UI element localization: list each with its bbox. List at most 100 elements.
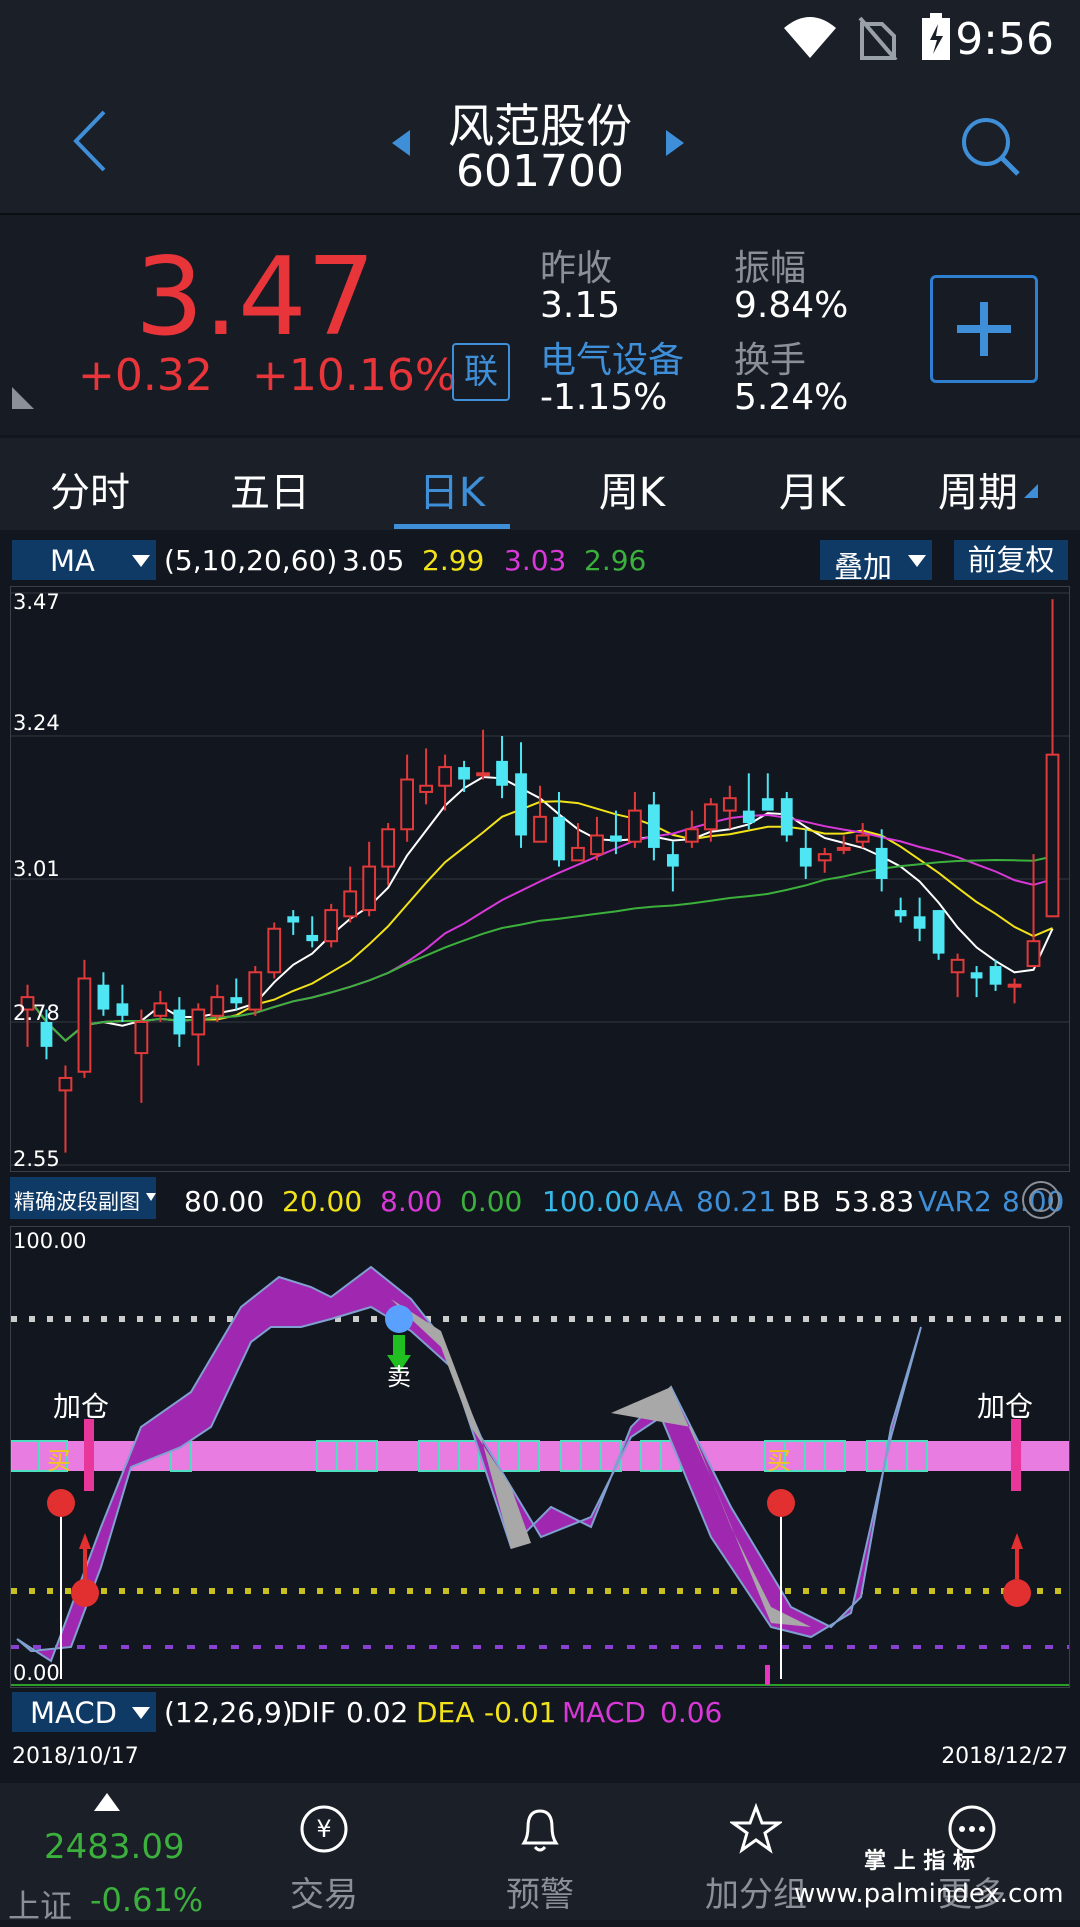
candle: [722, 785, 737, 830]
chevron-down-icon: [132, 555, 150, 567]
candle: [515, 742, 527, 848]
chevron-down-icon: [908, 555, 926, 567]
nav-trade[interactable]: ¥ 交易: [244, 1783, 404, 1920]
overlay-button[interactable]: 叠加: [820, 540, 932, 584]
candle-body: [306, 934, 319, 942]
candle: [362, 841, 377, 917]
candle-body: [230, 997, 243, 1004]
candle: [153, 990, 168, 1022]
ma20-value: 3.03: [504, 544, 567, 577]
candle: [1045, 599, 1060, 918]
candle: [324, 903, 339, 948]
candle-body: [610, 835, 622, 842]
candle: [533, 785, 547, 843]
candle-body: [343, 890, 358, 918]
candle: [77, 959, 92, 1078]
period-tabs: 分时 五日 日K 周K 月K 周期: [0, 438, 1080, 530]
overlay-label: 叠加: [834, 550, 893, 584]
stock-code: 601700: [456, 146, 624, 197]
candle-body: [1007, 983, 1022, 988]
trade-label: 交易: [290, 1875, 358, 1915]
candle-body: [648, 804, 660, 848]
link-button[interactable]: 联: [452, 343, 510, 401]
candle: [799, 829, 812, 879]
macd-bar: MACD (12,26,9) DIF 0.02 DEA -0.01 MACD 0…: [0, 1690, 1080, 1734]
tab-week-k[interactable]: 周K: [562, 460, 702, 518]
candle-body: [780, 798, 793, 836]
kline-chart[interactable]: 3.47 3.24 3.01 2.78 2.55: [10, 586, 1070, 1172]
candle: [1007, 978, 1022, 1004]
candle-body: [134, 1021, 149, 1055]
candle-body: [97, 984, 110, 1010]
nav-alert[interactable]: 预警: [460, 1783, 620, 1920]
candle: [970, 966, 983, 998]
candle: [761, 773, 774, 811]
candle-body: [287, 916, 300, 923]
candle: [894, 897, 907, 923]
candle: [553, 791, 565, 867]
tab-minute[interactable]: 分时: [20, 460, 160, 518]
candle-body: [496, 760, 508, 786]
ma-bar: MA (5,10,20,60) 3.05 2.99 3.03 2.96 叠加 前…: [0, 538, 1080, 584]
candle-body: [267, 927, 282, 974]
candle-body: [438, 766, 452, 787]
sell-label: 卖: [387, 1363, 411, 1391]
candle-body: [875, 847, 888, 879]
bottom-nav: 2483.09 上证 -0.61% ¥ 交易 预警 加分组 更多 掌 上 指 标…: [0, 1783, 1080, 1925]
adjust-button[interactable]: 前复权: [954, 540, 1068, 580]
active-tab-indicator: [394, 524, 510, 529]
sub-indicator-chart[interactable]: 100.00 0.00 加仓 加仓 买 买 卖: [10, 1226, 1070, 1688]
macd-label: MACD: [562, 1696, 646, 1729]
status-time: 9:56: [955, 14, 1054, 65]
candle-body: [533, 815, 547, 843]
wave-gray-1: [391, 1299, 531, 1549]
candle-body: [381, 828, 396, 868]
chevron-down-icon: [146, 1193, 156, 1201]
macd-selector[interactable]: MACD: [12, 1692, 156, 1732]
sub-y-bottom: 0.00: [13, 1661, 60, 1685]
candle: [97, 972, 110, 1016]
tab-five-day[interactable]: 五日: [200, 460, 340, 518]
sub-y-top: 100.00: [13, 1229, 87, 1253]
add-watchlist-button[interactable]: [930, 275, 1038, 383]
turnover-label: 换手: [734, 340, 807, 381]
candle-body: [855, 834, 870, 843]
tab-day-k[interactable]: 日K: [382, 460, 522, 518]
candle-body: [913, 916, 926, 929]
next-stock-icon[interactable]: [664, 128, 686, 158]
index-ticker[interactable]: 2483.09 上证 -0.61%: [0, 1783, 210, 1925]
ind-v4: 0.00: [460, 1185, 523, 1218]
candle-body: [553, 816, 565, 861]
candle-body: [590, 834, 604, 856]
candle-body: [116, 1003, 129, 1016]
candle-body: [703, 803, 718, 831]
sell-ball: [385, 1305, 413, 1333]
candle: [780, 791, 793, 842]
alert-label: 预警: [506, 1875, 574, 1915]
candle-body: [799, 847, 812, 867]
ma60-value: 2.96: [584, 544, 647, 577]
buy-label-right: 买: [767, 1447, 791, 1475]
plus-icon: [957, 302, 1011, 356]
tab-month-k[interactable]: 月K: [742, 460, 882, 518]
candle-body: [458, 767, 470, 780]
buy-label-left: 买: [47, 1447, 71, 1475]
candle-body: [419, 784, 433, 793]
candle-body: [817, 853, 832, 862]
price-change: +0.32: [78, 350, 213, 401]
candle: [628, 791, 642, 848]
corner-triangle-icon: [12, 387, 34, 409]
candle-body: [628, 809, 642, 843]
candle-body: [476, 772, 490, 777]
ma-selector[interactable]: MA: [12, 540, 156, 580]
buy-ball-left: [47, 1489, 75, 1517]
sector-link[interactable]: 电气设备: [540, 331, 684, 383]
candle-body: [932, 910, 945, 954]
candle-body: [324, 909, 339, 943]
sub-indicator-selector[interactable]: 精确波段副图: [10, 1177, 156, 1219]
up-arrow-icon: [1011, 1533, 1023, 1579]
candle-body: [515, 773, 527, 836]
settings-circle-icon[interactable]: [1020, 1179, 1062, 1221]
search-icon[interactable]: [958, 114, 1024, 180]
current-price: 3.47: [135, 235, 376, 360]
